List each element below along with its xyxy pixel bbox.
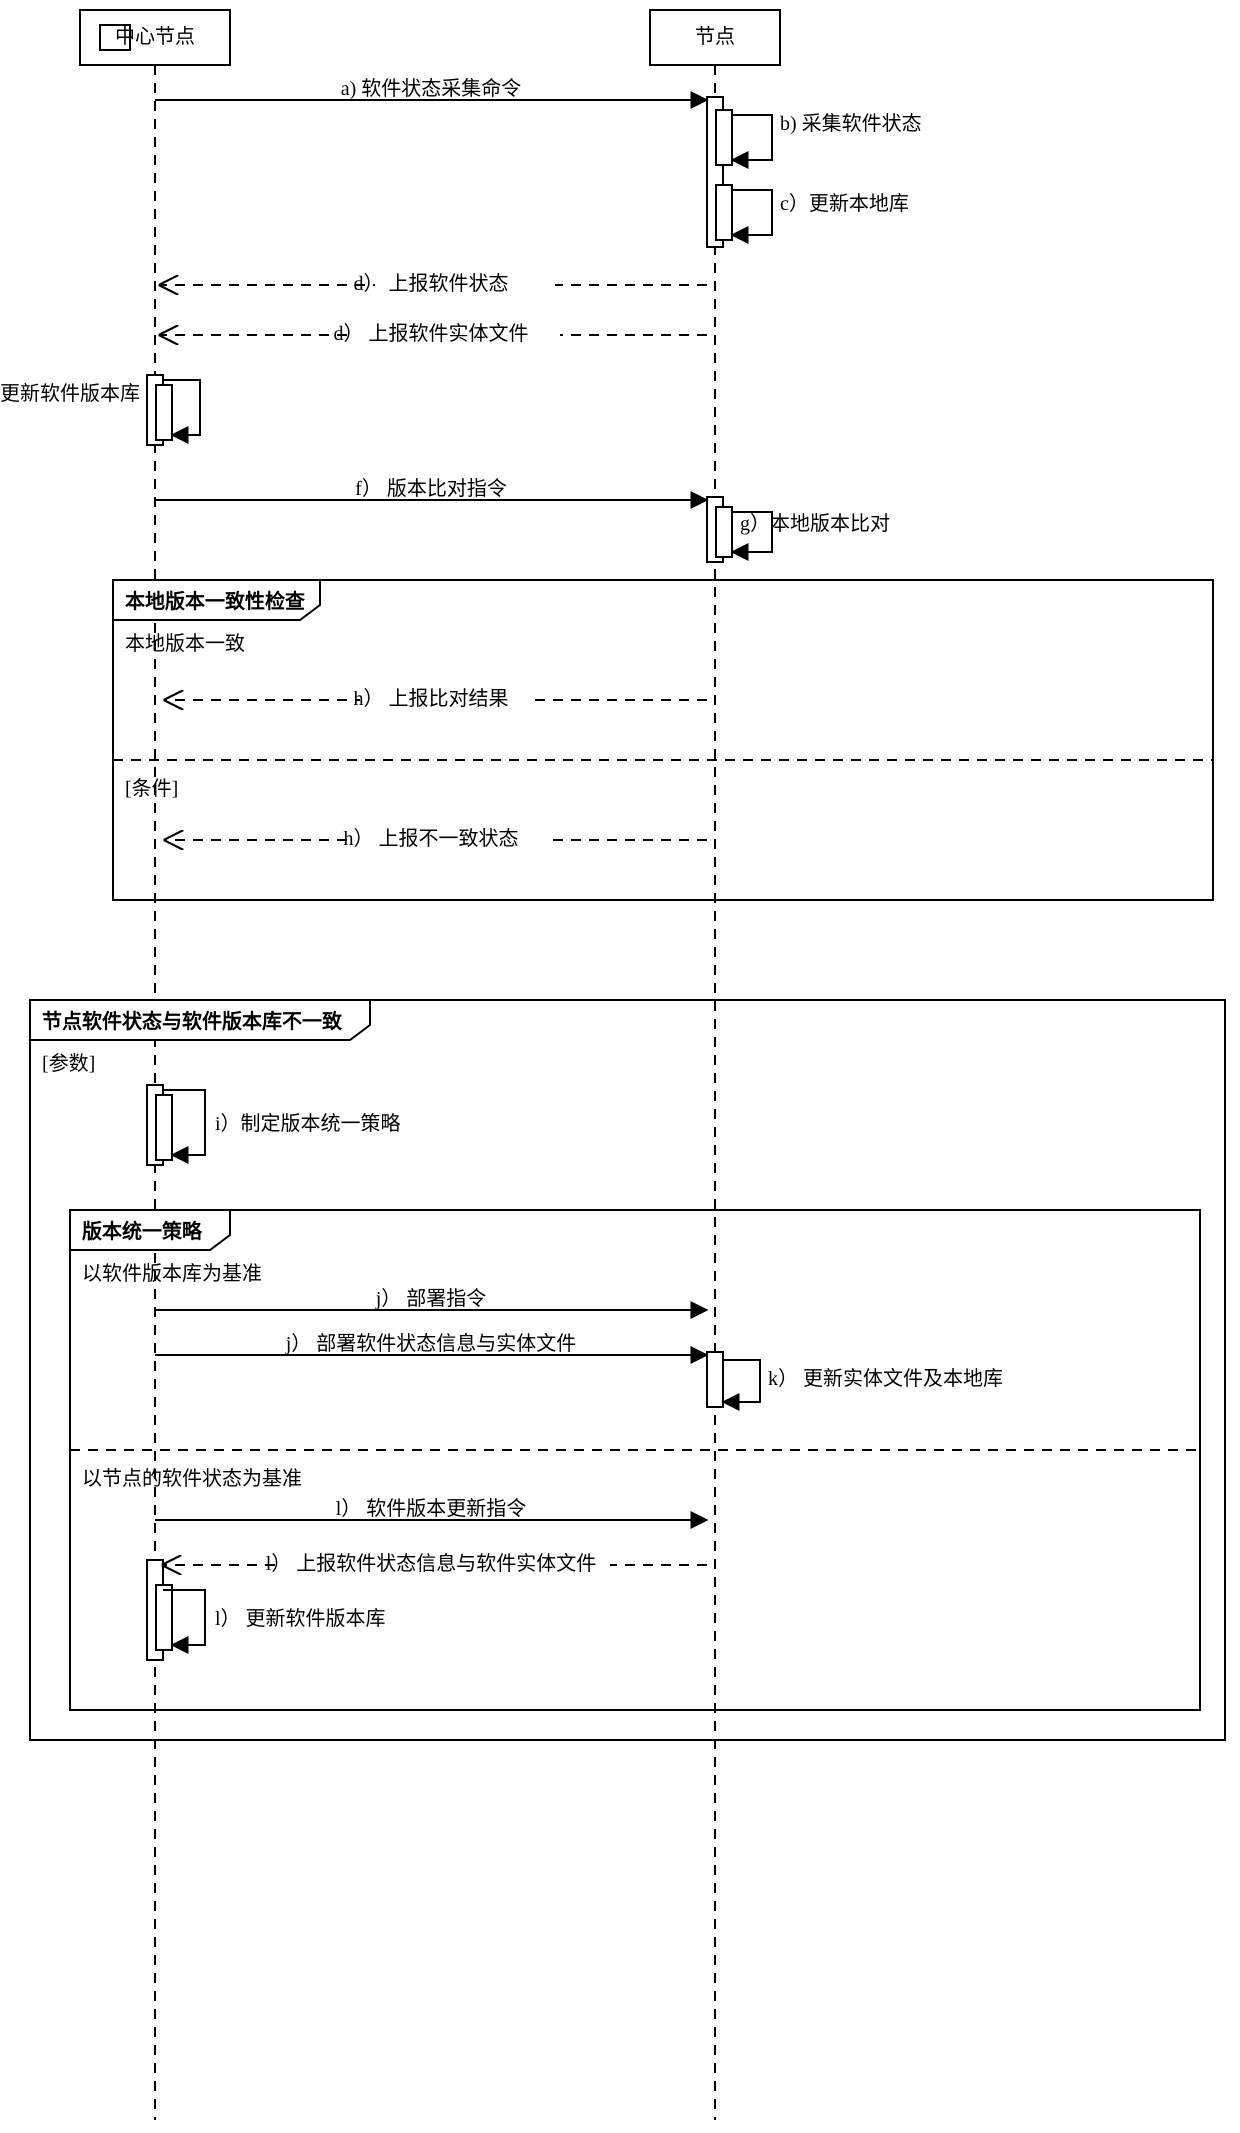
msg-j1-label: j） 部署指令 xyxy=(375,1287,487,1310)
msg-j2-label: j） 部署软件状态信息与实体文件 xyxy=(285,1332,577,1355)
frag3-guard2: 以节点的软件状态为基准 xyxy=(82,1467,302,1490)
msg-k-line xyxy=(723,1360,760,1402)
activation-node-g xyxy=(716,507,732,557)
msg-l1-label: l） 软件版本更新指令 xyxy=(336,1497,527,1520)
msg-h2-label: h） 上报不一致状态 xyxy=(344,827,519,850)
fragment-strategy: 版本统一策略 以软件版本库为基准 j） 部署指令 j） 部署软件状态信息与实体文… xyxy=(70,1210,1200,1710)
msg-k-label: k） 更新实体文件及本地库 xyxy=(768,1367,1003,1390)
msg-d1-label: d） 上报软件状态 xyxy=(354,272,509,295)
activation-center-i2 xyxy=(156,1095,172,1160)
frag3-title: 版本统一策略 xyxy=(82,1219,203,1243)
activation-node-k xyxy=(707,1352,723,1407)
participant-node: 节点 xyxy=(650,10,780,65)
msg-c-line xyxy=(732,190,772,235)
msg-d2-label: d） 上报软件实体文件 xyxy=(334,322,529,345)
fragment-inconsistent: 节点软件状态与软件版本库不一致 [参数] i）制定版本统一策略 版本统一策略 以… xyxy=(30,1000,1225,1740)
frag3-guard1: 以软件版本库为基准 xyxy=(82,1262,262,1285)
activation-center-l3 xyxy=(156,1585,172,1650)
msg-b-label: b) 采集软件状态 xyxy=(780,112,922,135)
frag1-title: 本地版本一致性检查 xyxy=(125,589,305,613)
fragment-consistency-check: 本地版本一致性检查 本地版本一致 h） 上报比对结果 [条件] h） 上报不一致… xyxy=(113,580,1213,900)
msg-i-label: i）制定版本统一策略 xyxy=(215,1112,401,1135)
activation-node-b xyxy=(716,110,732,165)
msg-e-label: e） 构建/更新软件版本库 xyxy=(0,382,140,405)
frag2-guard: [参数] xyxy=(42,1052,95,1075)
sequence-diagram: 中心节点 节点 a) 软件状态采集命令 b) 采集软件状态 c）更新本地库 d）… xyxy=(0,0,1240,2133)
frag1-guard1: 本地版本一致 xyxy=(125,632,245,655)
frag2-title: 节点软件状态与软件版本库不一致 xyxy=(42,1009,343,1033)
msg-l3-label: l） 更新软件版本库 xyxy=(215,1607,386,1630)
msg-f-label: f） 版本比对指令 xyxy=(355,477,507,500)
msg-a-label: a) 软件状态采集命令 xyxy=(341,77,522,100)
participant-node-label: 节点 xyxy=(695,25,735,48)
activation-center-e2 xyxy=(156,385,172,440)
participant-center: 中心节点 xyxy=(80,10,230,65)
activation-node-c xyxy=(716,185,732,240)
msg-g-label: g）本地版本比对 xyxy=(740,512,890,535)
msg-b-line xyxy=(732,115,772,160)
msg-c-label: c）更新本地库 xyxy=(780,192,909,215)
frag1-guard2: [条件] xyxy=(125,777,178,800)
msg-h1-label: h） 上报比对结果 xyxy=(354,687,509,710)
msg-l2-label: l） 上报软件状态信息与软件实体文件 xyxy=(266,1552,597,1575)
participant-center-label: 中心节点 xyxy=(115,25,195,48)
